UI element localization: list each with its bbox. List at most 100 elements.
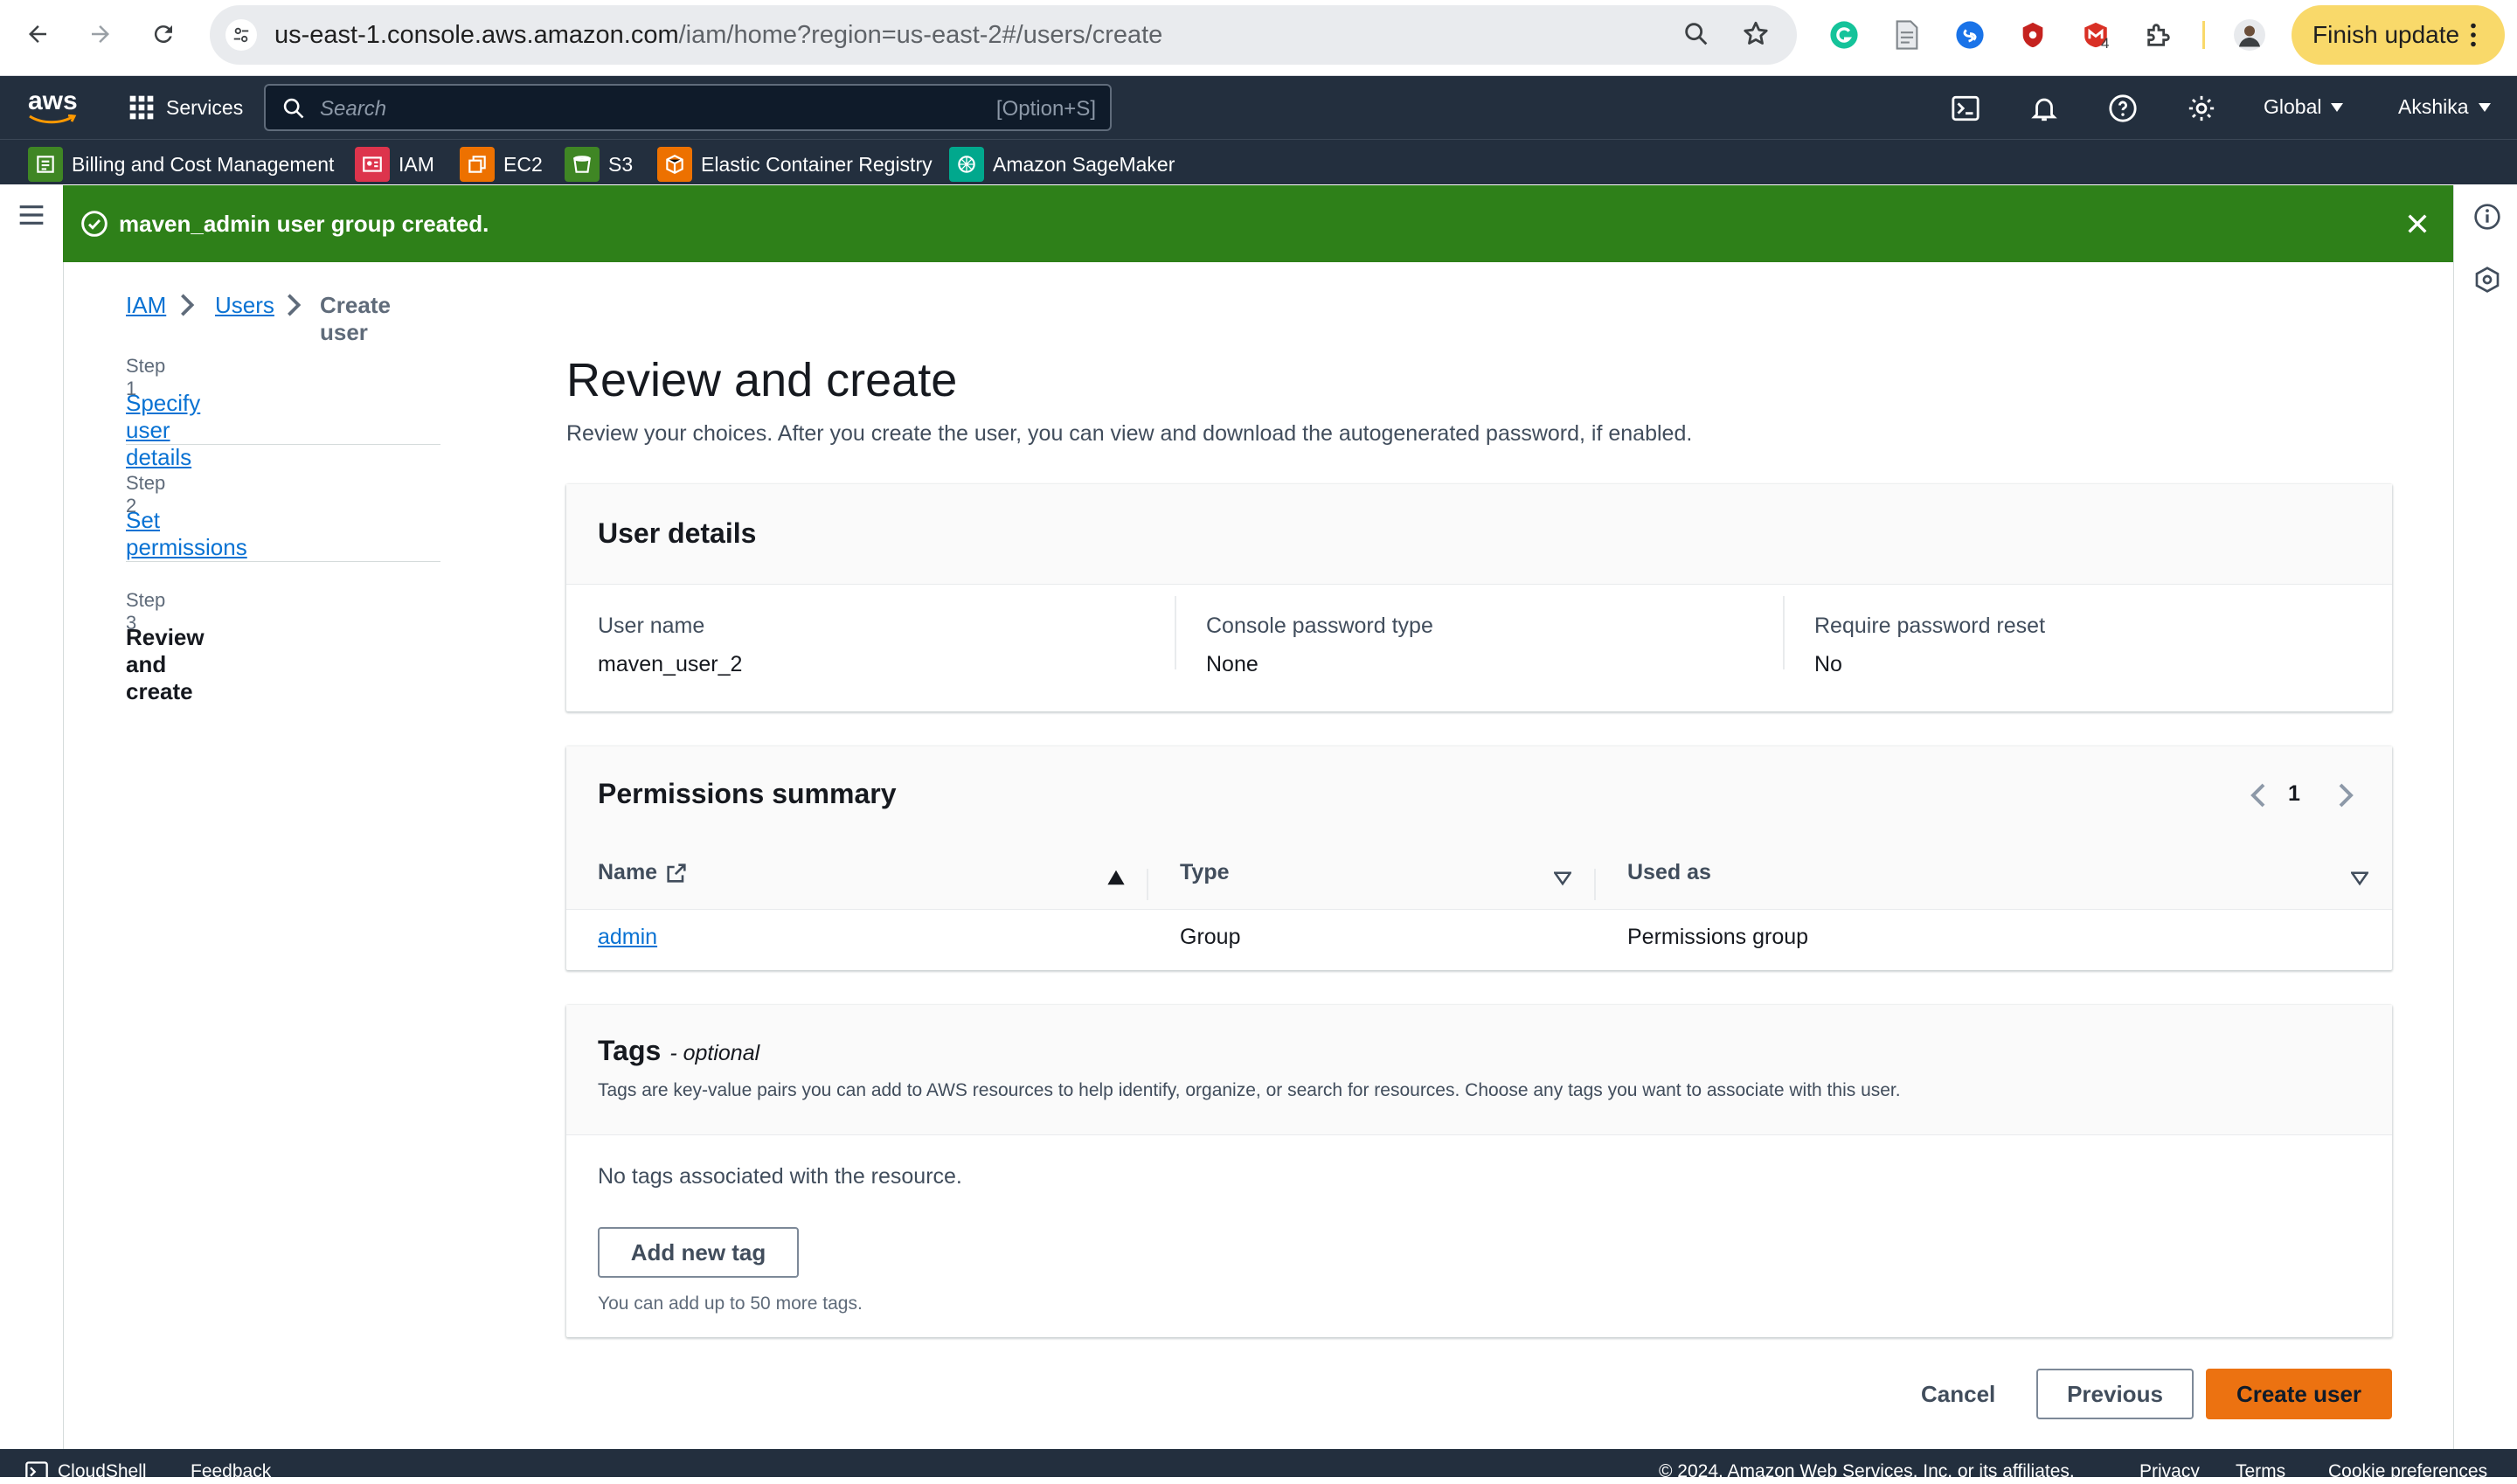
create-user-button[interactable]: Create user (2206, 1369, 2392, 1419)
step-divider (126, 444, 440, 445)
zoom-icon[interactable] (1681, 19, 1711, 49)
success-check-icon (80, 210, 108, 238)
forward-arrow-icon (92, 25, 109, 43)
user-details-heading: User details (598, 517, 757, 549)
column-header-used-as[interactable]: Used as (1627, 860, 1711, 885)
aws-smile-icon (29, 114, 77, 124)
notifications-bell-icon[interactable] (2029, 94, 2059, 123)
chevron-left-icon[interactable] (2250, 781, 2267, 809)
address-bar[interactable]: us-east-1.console.aws.amazon.com/iam/hom… (210, 5, 1797, 65)
favorite-ec2[interactable]: EC2 (460, 147, 543, 182)
favorite-iam[interactable]: IAM (355, 147, 434, 182)
back-arrow-icon (29, 25, 46, 43)
sort-ascending-icon[interactable] (1106, 869, 1126, 886)
group-name-link[interactable]: admin (598, 925, 657, 950)
previous-button[interactable]: Previous (2036, 1369, 2194, 1419)
search-placeholder: Search (320, 97, 387, 121)
favorite-sagemaker[interactable]: Amazon SageMaker (949, 147, 1175, 182)
mcafee-extension-icon[interactable]: 4 (2078, 17, 2113, 52)
tags-optional: - optional (669, 1041, 760, 1065)
finish-update-button[interactable]: Finish update (2292, 5, 2505, 65)
aws-logo[interactable]: aws (28, 88, 78, 125)
favorite-label: IAM (399, 152, 434, 176)
column-divider (1147, 869, 1148, 900)
url-text: us-east-1.console.aws.amazon.com/iam/hom… (274, 5, 1162, 65)
back-button[interactable] (14, 10, 61, 58)
footer-privacy[interactable]: Privacy (2139, 1461, 2200, 1482)
footer-terms[interactable]: Terms (2236, 1461, 2285, 1482)
redbull-extension-icon[interactable] (2015, 17, 2050, 52)
toolbar-divider (2202, 21, 2205, 49)
step-1-link[interactable]: Specify user details (126, 390, 200, 471)
services-menu-button[interactable]: Services (128, 94, 243, 121)
region-selector[interactable]: Global (2264, 95, 2344, 119)
chevron-right-icon[interactable] (2337, 781, 2354, 809)
more-vert-icon (2471, 23, 2476, 47)
chevron-right-icon (181, 294, 195, 316)
bookmark-star-icon[interactable] (1741, 19, 1771, 49)
aws-top-navigation: aws Services Search [Option+S] Global Ak… (0, 76, 2517, 184)
tools-rail (2453, 185, 2517, 1449)
password-reset-label: Require password reset (1814, 614, 2046, 638)
breadcrumb-current: Create user (320, 292, 391, 345)
iam-icon (355, 147, 390, 182)
sagemaker-icon (949, 147, 984, 182)
footer-cloudshell[interactable]: CloudShell (58, 1461, 147, 1482)
tags-description: Tags are key-value pairs you can add to … (598, 1080, 1901, 1100)
shazam-extension-icon[interactable] (1952, 17, 1987, 52)
help-icon[interactable] (2108, 94, 2138, 123)
extensions-puzzle-icon[interactable] (2141, 17, 2176, 52)
favorite-ecr[interactable]: Elastic Container Registry (657, 147, 933, 182)
step-divider (126, 561, 440, 562)
console-search-input[interactable]: Search [Option+S] (264, 84, 1112, 131)
info-icon[interactable] (2473, 203, 2501, 231)
account-menu[interactable]: Akshika (2398, 95, 2492, 119)
favorite-label: EC2 (503, 152, 543, 176)
favorite-s3[interactable]: S3 (565, 147, 634, 182)
breadcrumb-users[interactable]: Users (215, 292, 274, 319)
cloudshell-icon[interactable] (1951, 94, 1980, 123)
reload-icon (154, 25, 172, 44)
sort-unsorted-icon[interactable] (2351, 870, 2368, 886)
permissions-summary-card: Permissions summary 1 Name Type Used as … (566, 746, 2392, 970)
group-type: Group (1180, 925, 1241, 949)
page-description: Review your choices. After you create th… (566, 421, 1693, 446)
add-new-tag-button[interactable]: Add new tag (598, 1227, 799, 1278)
add-new-tag-label: Add new tag (630, 1238, 766, 1266)
tag-limit-text: You can add up to 50 more tags. (598, 1293, 863, 1314)
document-extension-icon[interactable] (1889, 17, 1924, 52)
footer-feedback[interactable]: Feedback (191, 1461, 271, 1482)
dismiss-close-icon[interactable] (2403, 210, 2431, 238)
column-header-name[interactable]: Name (598, 860, 689, 885)
region-label: Global (2264, 95, 2322, 118)
favorite-label: S3 (608, 152, 634, 176)
step-2-link[interactable]: Set permissions (126, 507, 247, 561)
ecr-icon (657, 147, 692, 182)
site-info-icon[interactable] (225, 19, 257, 51)
search-icon (283, 98, 304, 119)
pagination-page[interactable]: 1 (2288, 781, 2300, 807)
favorite-billing[interactable]: Billing and Cost Management (28, 147, 334, 182)
column-header-type[interactable]: Type (1180, 860, 1230, 885)
tags-card: Tags - optional Tags are key-value pairs… (566, 1005, 2392, 1337)
aws-logo-text: aws (28, 87, 78, 115)
flash-message: maven_admin user group created. (119, 211, 489, 237)
footer-cookies[interactable]: Cookie preferences (2328, 1461, 2487, 1482)
grammarly-extension-icon[interactable] (1827, 17, 1862, 52)
resources-hexagon-icon[interactable] (2473, 266, 2501, 294)
menu-hamburger-icon[interactable] (17, 203, 45, 227)
forward-button[interactable] (77, 10, 124, 58)
user-details-card: User details User name maven_user_2 Cons… (566, 484, 2392, 711)
password-type-label: Console password type (1206, 614, 1433, 638)
profile-avatar-icon[interactable] (2232, 17, 2267, 52)
finish-update-label: Finish update (2312, 21, 2460, 48)
grid-icon (129, 95, 154, 120)
account-label: Akshika (2398, 95, 2469, 118)
breadcrumb-iam[interactable]: IAM (126, 292, 166, 319)
reload-button[interactable] (140, 10, 187, 58)
caret-down-icon (2478, 102, 2491, 112)
cancel-button[interactable]: Cancel (1921, 1381, 1995, 1408)
settings-gear-icon[interactable] (2187, 94, 2216, 123)
sort-unsorted-icon[interactable] (1554, 870, 1571, 886)
tags-heading: Tags (598, 1035, 662, 1066)
